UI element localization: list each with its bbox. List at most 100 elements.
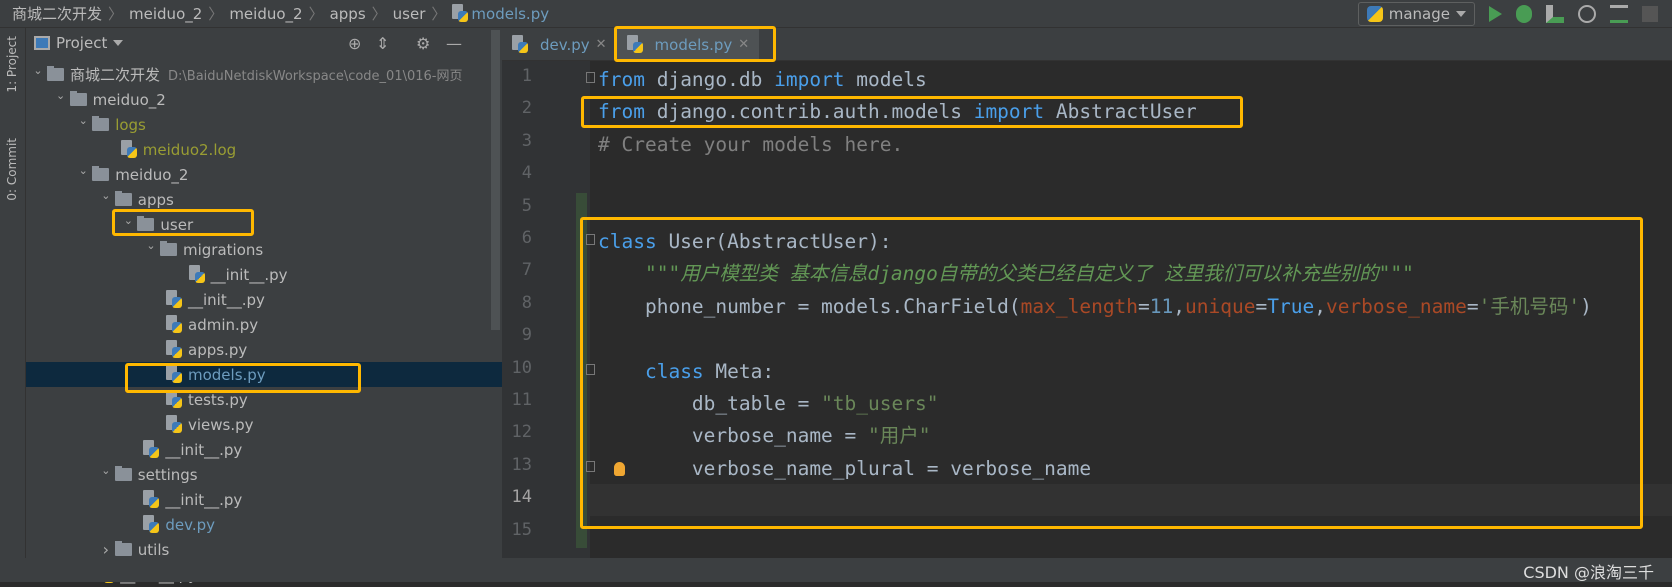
- tree-item-label: __init__.py: [165, 440, 243, 459]
- tree-item-label: __init__.py: [188, 290, 265, 309]
- tree-item-label: admin.py: [188, 315, 259, 334]
- tree-item-label: 商城二次开发: [70, 66, 161, 84]
- tree-item-label: apps.py: [188, 340, 248, 359]
- tree-folder[interactable]: ⌄ settings: [26, 462, 492, 487]
- tree-item-label: utils: [137, 540, 170, 559]
- gear-icon[interactable]: ⚙: [416, 34, 430, 53]
- breadcrumb-item[interactable]: user: [393, 5, 426, 23]
- chevron-down-icon[interactable]: ⌄: [29, 64, 47, 77]
- concurrency-icon[interactable]: [1610, 5, 1628, 23]
- breadcrumb-item[interactable]: models.py: [471, 5, 549, 23]
- tree-file[interactable]: views.py: [26, 412, 492, 437]
- chevron-down-icon[interactable]: ⌄: [97, 189, 115, 202]
- line-number: 15: [511, 519, 532, 540]
- tree-folder[interactable]: ⌄ user: [26, 212, 492, 237]
- tree-item-label: __init__.py: [165, 490, 243, 509]
- tree-folder[interactable]: ⌄ logs: [26, 112, 492, 137]
- commit-tool-button[interactable]: 0: Commit: [5, 138, 19, 201]
- line-number: 12: [511, 422, 532, 443]
- line-number: 14: [511, 487, 532, 508]
- highlight-box-import: [581, 96, 1243, 128]
- tree-item-label: dev.py: [165, 515, 216, 534]
- tree-file[interactable]: __init__.py: [26, 437, 492, 462]
- project-tool-button[interactable]: 1: Project: [5, 36, 19, 93]
- tree-file[interactable]: apps.py: [26, 337, 492, 362]
- folder-icon: [114, 191, 132, 206]
- code-token: from: [598, 68, 645, 91]
- minimize-icon[interactable]: —: [446, 34, 462, 53]
- chevron-down-icon[interactable]: ⌄: [52, 89, 70, 102]
- tree-folder[interactable]: ⌄ meiduo_2: [26, 162, 492, 187]
- chevron-down-icon[interactable]: ⌄: [74, 164, 92, 177]
- locate-icon[interactable]: ⊕: [348, 34, 361, 53]
- python-file-icon: [166, 340, 183, 359]
- python-file-icon: [166, 290, 183, 309]
- highlight-box-models: [125, 363, 361, 393]
- coverage-icon[interactable]: [1546, 5, 1564, 23]
- tree-folder[interactable]: ⌄ apps: [26, 187, 492, 212]
- tab-dev-py[interactable]: dev.py ✕: [502, 28, 617, 61]
- chevron-down-icon[interactable]: ⌄: [97, 464, 115, 477]
- run-config-label: manage: [1388, 5, 1450, 23]
- highlight-box-user: [112, 209, 254, 236]
- tree-item-label: views.py: [188, 415, 254, 434]
- line-number: 2: [521, 98, 532, 119]
- profile-icon[interactable]: [1578, 5, 1596, 23]
- tree-folder[interactable]: ⌄ 商城二次开发 D:\BaiduNetdiskWorkspace\code_01\…: [26, 62, 492, 87]
- python-file-icon: [143, 490, 160, 509]
- tree-file[interactable]: __init__.py: [26, 487, 492, 512]
- line-number: 8: [521, 292, 532, 313]
- tab-label: dev.py: [540, 35, 590, 54]
- breadcrumb-item[interactable]: meiduo_2: [129, 5, 202, 23]
- tree-folder[interactable]: ⌄ meiduo_2: [26, 87, 492, 112]
- tree-scrollbar[interactable]: [491, 30, 500, 330]
- chevron-down-icon[interactable]: [113, 40, 124, 46]
- breadcrumb-item[interactable]: meiduo_2: [229, 5, 302, 23]
- chevron-down-icon[interactable]: ⌄: [74, 114, 92, 127]
- code-token: django.db: [644, 68, 775, 91]
- breadcrumb-item[interactable]: apps: [330, 5, 366, 23]
- run-icon[interactable]: [1489, 6, 1502, 22]
- project-path: D:\BaiduNetdiskWorkspace\code_01\016-网页: [168, 69, 463, 84]
- breadcrumb-item[interactable]: 商城二次开发: [12, 3, 102, 24]
- close-icon[interactable]: ✕: [596, 37, 607, 52]
- line-number: 10: [511, 357, 532, 378]
- tree-file[interactable]: __init__.py: [26, 287, 492, 312]
- collapse-all-icon[interactable]: ⇕: [376, 34, 389, 53]
- chevron-down-icon: [1456, 11, 1466, 17]
- line-number: 9: [521, 325, 532, 346]
- folder-icon: [114, 466, 132, 481]
- tree-item-label: meiduo2.log: [142, 140, 237, 159]
- line-number: 4: [521, 163, 532, 184]
- project-panel-title[interactable]: Project: [56, 34, 107, 52]
- breadcrumb-separator: 〉: [308, 5, 324, 23]
- tree-file[interactable]: dev.py: [26, 512, 492, 537]
- breadcrumb-separator: 〉: [208, 5, 224, 23]
- folder-icon: [92, 166, 110, 181]
- folder-icon: [114, 541, 132, 556]
- tree-file[interactable]: __init__.py: [26, 262, 492, 287]
- python-icon: [1366, 6, 1383, 22]
- tree-folder[interactable]: ⌄ migrations: [26, 237, 492, 262]
- folder-icon: [47, 66, 64, 81]
- breadcrumb-separator: 〉: [108, 5, 124, 23]
- line-number: 11: [511, 390, 532, 410]
- folder-icon: [160, 241, 177, 256]
- debug-icon[interactable]: [1516, 5, 1532, 23]
- run-config-select[interactable]: manage: [1357, 2, 1475, 26]
- python-file-icon: [512, 35, 529, 54]
- project-panel-header: Project ⊕ ⇕ ⚙ —: [26, 28, 502, 58]
- line-number: 13: [511, 454, 532, 475]
- code-line: # Create your models here.: [598, 129, 903, 161]
- highlight-box-class: [580, 217, 1643, 529]
- project-panel: Project ⊕ ⇕ ⚙ — ⌄ 商城二次开发 D:\BaiduNetdiskWo…: [26, 28, 502, 584]
- breadcrumb-separator: 〉: [431, 5, 447, 23]
- chevron-down-icon[interactable]: ⌄: [142, 239, 160, 252]
- tree-file[interactable]: meiduo2.log: [26, 137, 492, 162]
- tree-item-label: logs: [115, 115, 146, 134]
- chevron-right-icon[interactable]: ›: [97, 540, 115, 559]
- stop-icon[interactable]: [1642, 6, 1658, 22]
- line-number: 6: [521, 228, 532, 248]
- fold-marker-icon[interactable]: [586, 72, 595, 83]
- tree-file[interactable]: admin.py: [26, 312, 492, 337]
